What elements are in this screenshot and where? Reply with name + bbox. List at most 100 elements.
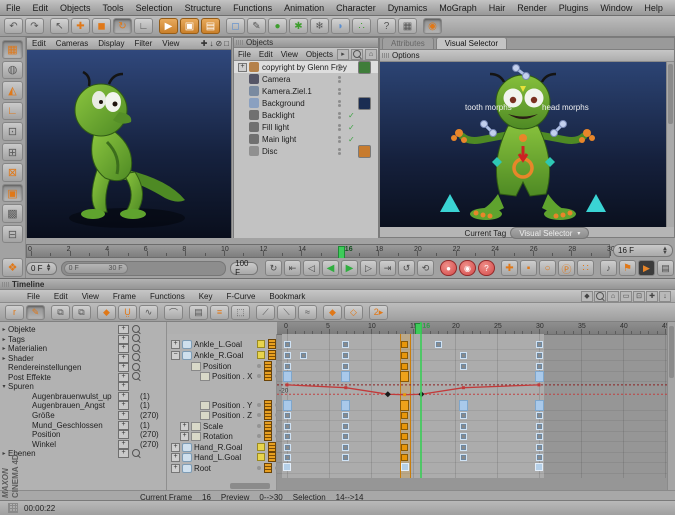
- tree-arrow-icon[interactable]: ▾: [0, 383, 8, 390]
- home-icon[interactable]: ⌂: [607, 291, 619, 302]
- key-pla-button[interactable]: ∷: [577, 260, 594, 276]
- key-rotation-button[interactable]: ○: [539, 260, 556, 276]
- filter-box-icon[interactable]: +: [118, 440, 129, 449]
- snapshot-icon[interactable]: ▤: [189, 305, 208, 320]
- two-frames-icon[interactable]: 2▸: [369, 305, 388, 320]
- viewport-menu-cameras[interactable]: Cameras: [51, 39, 93, 48]
- make-editable-icon[interactable]: ▦: [2, 40, 23, 59]
- curve-soft-icon[interactable]: ⌒: [164, 305, 183, 320]
- layer-color-swatch[interactable]: [257, 443, 265, 451]
- dopesheet-playhead[interactable]: [420, 322, 422, 478]
- keyframe[interactable]: [460, 433, 467, 440]
- object-manager-titlebar[interactable]: Objects: [234, 38, 378, 48]
- keyframe[interactable]: [460, 363, 467, 370]
- menu-character[interactable]: Character: [330, 3, 382, 13]
- play-backward-button[interactable]: ◀: [322, 260, 339, 276]
- viewport-menu-display[interactable]: Display: [93, 39, 129, 48]
- material-thumbnail[interactable]: [358, 145, 371, 158]
- model-mode-icon[interactable]: ◍: [2, 61, 23, 80]
- marker-button[interactable]: ⚑: [619, 260, 636, 276]
- end-frame-field[interactable]: 100 F: [230, 262, 258, 275]
- keyframe[interactable]: [459, 400, 468, 411]
- menu-objects[interactable]: Objects: [54, 3, 97, 13]
- object-row[interactable]: Fill light✓: [234, 121, 378, 133]
- keyframe[interactable]: [342, 341, 349, 348]
- filter-box-icon[interactable]: +: [118, 430, 129, 439]
- texture-axis-icon[interactable]: ▩: [2, 204, 23, 223]
- expand-icon[interactable]: +: [171, 340, 180, 349]
- toggle-dot[interactable]: [257, 466, 261, 470]
- objects-menu-view[interactable]: View: [277, 50, 302, 59]
- category-row[interactable]: Augenbrauen_Angst+(1): [0, 401, 191, 410]
- track-row[interactable]: −Ankle_R.Goal: [171, 350, 243, 360]
- spline-pen-icon[interactable]: ✎: [247, 18, 266, 34]
- selected-object-icon[interactable]: ◉: [423, 18, 442, 34]
- prev-key-button[interactable]: ◁: [303, 260, 320, 276]
- keyframe[interactable]: [535, 400, 544, 411]
- next-key-button[interactable]: ▷: [360, 260, 377, 276]
- menu-window[interactable]: Window: [594, 3, 638, 13]
- objects-menu-objects[interactable]: Objects: [302, 50, 337, 59]
- toggle-dot[interactable]: [257, 364, 261, 368]
- track-row[interactable]: Position . Z: [189, 410, 252, 420]
- tangent-step-icon[interactable]: ⟍: [277, 305, 296, 320]
- menu-plugins[interactable]: Plugins: [553, 3, 595, 13]
- preview-range-slider[interactable]: 0 F30 F: [61, 261, 227, 276]
- tangent-auto-icon[interactable]: ≈: [298, 305, 317, 320]
- keyframe[interactable]: [401, 363, 408, 370]
- menu-dynamics[interactable]: Dynamics: [382, 3, 434, 13]
- keyframe[interactable]: [460, 352, 467, 359]
- goto-start-button[interactable]: ⇤: [284, 260, 301, 276]
- keyframe[interactable]: [342, 352, 349, 359]
- animation-toggle[interactable]: [268, 442, 276, 452]
- undo-icon[interactable]: ↶: [4, 18, 23, 34]
- record-options-button[interactable]: ?: [478, 260, 495, 276]
- keyframe[interactable]: [284, 352, 291, 359]
- track-row[interactable]: +Scale: [180, 421, 223, 431]
- object-row[interactable]: Kamera.Ziel.1: [234, 85, 378, 97]
- keyframe[interactable]: [536, 363, 543, 370]
- key-parameter-button[interactable]: Ⓟ: [558, 260, 575, 276]
- material-thumbnail[interactable]: [358, 61, 371, 74]
- record-keyframe-button[interactable]: ●: [440, 260, 457, 276]
- filter-box-icon[interactable]: +: [118, 373, 129, 382]
- timeline-menu-key[interactable]: Key: [192, 292, 220, 301]
- tab-visual-selector[interactable]: Visual Selector: [436, 37, 507, 49]
- add-symmetry-icon[interactable]: ❄: [310, 18, 329, 34]
- menu-help[interactable]: Help: [638, 3, 669, 13]
- keyframe[interactable]: [401, 412, 408, 419]
- rotate-view-icon[interactable]: ⊘: [215, 39, 222, 48]
- keyframe[interactable]: [283, 463, 291, 471]
- keyframe[interactable]: [536, 454, 543, 461]
- category-row[interactable]: ▾Spuren+: [0, 382, 167, 391]
- keyframe[interactable]: [536, 444, 543, 451]
- keyframe[interactable]: [401, 423, 408, 430]
- polygons-mode-icon[interactable]: ⊠: [2, 163, 23, 182]
- visibility-dots[interactable]: [338, 88, 341, 95]
- layer-color-swatch[interactable]: [257, 351, 265, 359]
- tree-arrow-icon[interactable]: ▸: [0, 326, 8, 333]
- label-tooth-morphs[interactable]: tooth morphs: [465, 103, 512, 112]
- material-thumbnail[interactable]: [358, 97, 371, 110]
- object-row[interactable]: +copyright by Glenn Frey: [234, 61, 378, 73]
- record-key-icon[interactable]: r: [5, 305, 24, 320]
- keyframe[interactable]: [460, 423, 467, 430]
- objects-menu-edit[interactable]: Edit: [255, 50, 277, 59]
- category-row[interactable]: ▸Tags+: [0, 335, 167, 344]
- unlink-icon[interactable]: ⧉: [72, 305, 91, 320]
- keyframe[interactable]: [536, 341, 543, 348]
- layers-icon[interactable]: ⬚: [231, 305, 250, 320]
- fcurve-preview[interactable]: -20: [277, 381, 668, 400]
- tree-arrow-icon[interactable]: ▸: [0, 345, 8, 352]
- keyframe[interactable]: [401, 454, 408, 461]
- category-row[interactable]: ▸Ebenen+: [0, 449, 167, 458]
- keyframe[interactable]: [536, 423, 543, 430]
- keyframe[interactable]: [300, 352, 307, 359]
- keyframe[interactable]: [284, 423, 291, 430]
- menu-structure[interactable]: Structure: [179, 3, 228, 13]
- render-view-icon[interactable]: ▶: [159, 18, 178, 34]
- timeline-scrollbar-horizontal[interactable]: [230, 483, 270, 489]
- category-row[interactable]: Position+(270): [0, 430, 191, 439]
- visibility-dots[interactable]: [338, 76, 341, 83]
- filter-box-icon[interactable]: +: [118, 401, 129, 410]
